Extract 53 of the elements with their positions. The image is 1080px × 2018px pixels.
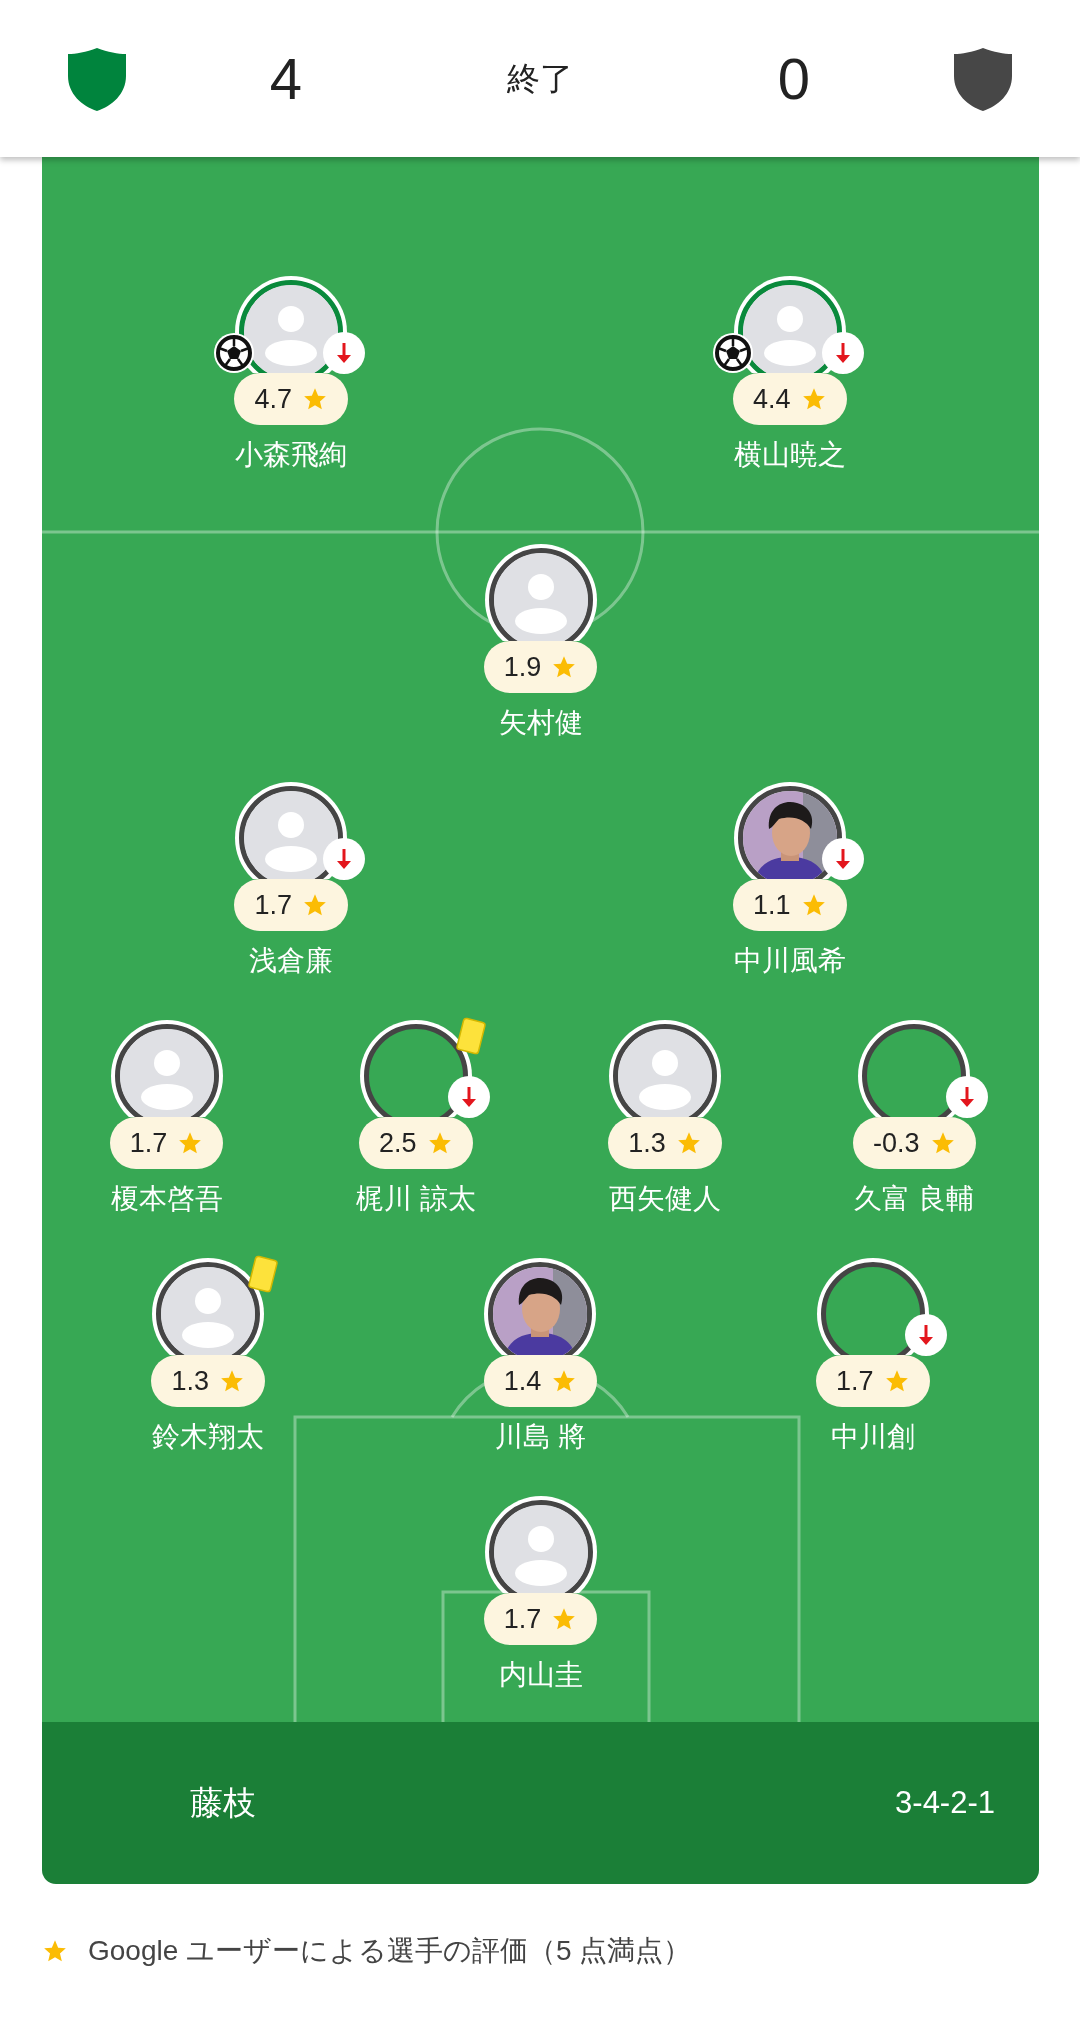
rating-badge: 4.7 <box>234 373 348 425</box>
star-icon <box>800 386 827 412</box>
star-icon <box>551 1368 578 1394</box>
star-icon <box>929 1130 956 1156</box>
star-icon <box>302 386 328 412</box>
player-name: 川島 將 <box>494 1420 587 1454</box>
player-name: 中川風希 <box>733 944 846 978</box>
player-name: 久富 良輔 <box>854 1182 975 1216</box>
rating-badge: 4.4 <box>732 373 847 425</box>
rating-badge: 1.7 <box>483 1593 598 1645</box>
player-name: 中川創 <box>830 1420 915 1454</box>
star-icon <box>551 1606 578 1632</box>
player-name: 鈴木翔太 <box>152 1420 265 1454</box>
person-placeholder-icon <box>161 1267 256 1355</box>
person-placeholder-icon <box>119 1029 214 1117</box>
team-crest-icon <box>66 45 128 112</box>
rating-badge: 2.5 <box>359 1117 473 1169</box>
star-icon <box>800 892 827 918</box>
star-icon <box>218 1368 245 1394</box>
match-status: 終了 <box>507 58 573 99</box>
rating-badge: 1.7 <box>816 1355 930 1407</box>
away-score: 0 <box>777 45 811 113</box>
player-name: 小森飛絢 <box>235 438 348 472</box>
team-crest-icon <box>952 45 1014 112</box>
player-name: 西矢健人 <box>609 1182 722 1216</box>
player-name: 内山圭 <box>498 1658 583 1692</box>
rating-badge: 1.7 <box>234 879 348 931</box>
star-icon <box>883 1368 910 1394</box>
legend-text: Google ユーザーによる選手の評価（5 点満点） <box>88 1934 692 1968</box>
home-score: 4 <box>269 45 303 113</box>
rating-badge: 1.7 <box>109 1117 224 1169</box>
rating-badge: 1.3 <box>608 1117 722 1169</box>
player-name: 梶川 諒太 <box>356 1182 476 1216</box>
rating-badge: 1.4 <box>483 1355 598 1407</box>
star-icon <box>177 1130 204 1156</box>
formation-label: 3-4-2-1 <box>895 1783 995 1822</box>
star-icon <box>551 654 578 680</box>
rating-badge: 1.9 <box>483 641 598 693</box>
team-name: 藤枝 <box>190 1783 256 1824</box>
rating-badge: 1.3 <box>151 1355 265 1407</box>
star-icon <box>426 1130 453 1156</box>
person-placeholder-icon <box>493 1505 588 1593</box>
player-name: 榎本啓吾 <box>110 1182 223 1216</box>
rating-badge: 1.1 <box>732 879 847 931</box>
star-icon <box>675 1130 702 1156</box>
player-name: 横山暁之 <box>733 438 846 472</box>
player-name: 矢村健 <box>498 706 583 740</box>
person-placeholder-icon <box>493 553 588 641</box>
rating-badge: -0.3 <box>853 1117 976 1169</box>
star-icon <box>302 892 328 918</box>
star-icon <box>42 1938 68 1964</box>
player-name: 浅倉廉 <box>249 944 334 978</box>
person-placeholder-icon <box>618 1029 713 1117</box>
